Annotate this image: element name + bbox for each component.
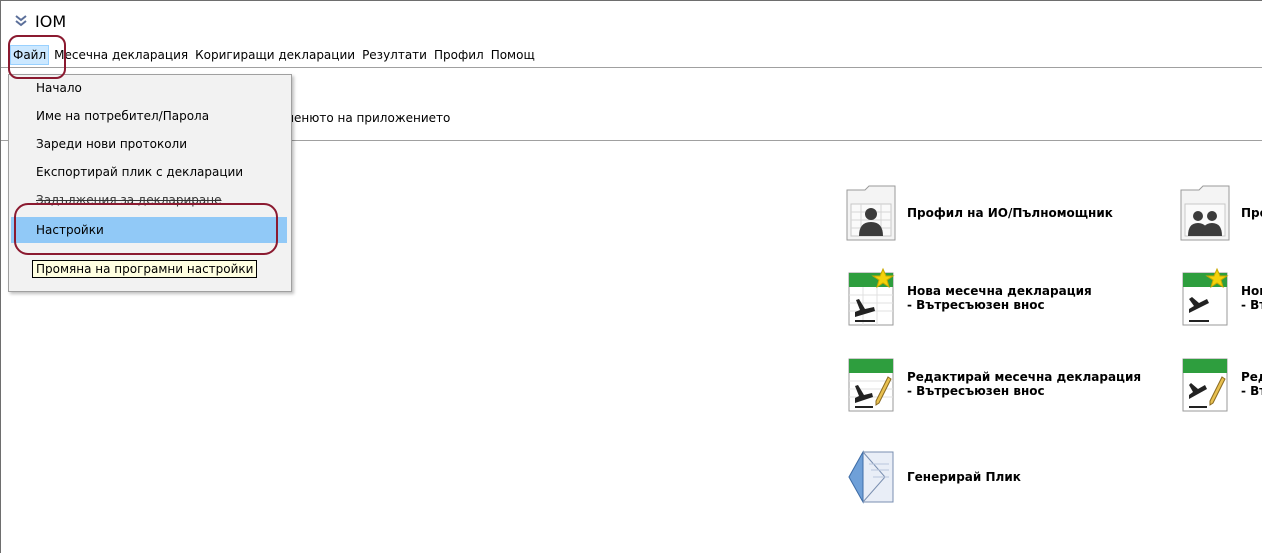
app-window: IOM Файл Месечна декларация Коригиращи д… <box>0 0 1262 553</box>
edit-declaration-export-icon <box>1182 358 1228 412</box>
edit-declaration-import-icon <box>848 358 894 412</box>
action-label: Генерирай Плик <box>907 470 1021 484</box>
new-declaration-import-icon <box>848 267 895 326</box>
profile-group-icon <box>1180 185 1230 241</box>
menu-corrective-declarations[interactable]: Коригиращи декларации <box>193 46 357 64</box>
annotation-settings-item <box>14 203 278 255</box>
settings-tooltip: Промяна на програмни настройки <box>32 260 258 278</box>
action-new-declaration-export[interactable]: Нов - Вт <box>1179 267 1262 329</box>
down-double-chevron-icon[interactable] <box>15 15 27 27</box>
profile-single-icon <box>846 185 896 241</box>
action-profile-other[interactable]: Про <box>1179 182 1262 244</box>
envelope-icon <box>848 450 894 504</box>
action-edit-declaration-export[interactable]: Ред - Вт <box>1179 353 1262 415</box>
menu-results[interactable]: Резултати <box>360 46 429 64</box>
menu-item-export-envelope[interactable]: Експортирай плик с декларации <box>9 159 291 185</box>
menu-item-load-protocols[interactable]: Зареди нови протоколи <box>9 131 291 157</box>
hint-text: менюто на приложението <box>285 111 451 125</box>
window-title: IOM <box>35 11 67 31</box>
action-label: Профил на ИО/Пълномощник <box>907 206 1113 220</box>
annotation-file-menu <box>8 35 66 79</box>
action-profile-io[interactable]: Профил на ИО/Пълномощник <box>845 182 1113 244</box>
action-label: Ред - Вт <box>1241 370 1262 398</box>
action-generate-envelope[interactable]: Генерирай Плик <box>845 446 1021 508</box>
menu-monthly-declaration[interactable]: Месечна декларация <box>52 46 190 64</box>
action-label: Нов - Вт <box>1241 284 1262 312</box>
action-new-declaration-import[interactable]: Нова месечна декларация - Вътресъюзен вн… <box>845 267 1092 329</box>
menu-item-username-password[interactable]: Име на потребител/Парола <box>9 103 291 129</box>
menu-help[interactable]: Помощ <box>489 46 537 64</box>
action-label: Редактирай месечна декларация - Вътресъю… <box>907 370 1142 398</box>
action-label: Про <box>1241 206 1262 220</box>
title-bar: IOM <box>15 11 66 31</box>
action-edit-declaration-import[interactable]: Редактирай месечна декларация - Вътресъю… <box>845 353 1141 415</box>
menu-bar: Файл Месечна декларация Коригиращи декла… <box>1 45 540 65</box>
action-label: Нова месечна декларация - Вътресъюзен вн… <box>907 284 1092 312</box>
menu-profile[interactable]: Профил <box>432 46 486 64</box>
new-declaration-export-icon <box>1182 267 1229 326</box>
